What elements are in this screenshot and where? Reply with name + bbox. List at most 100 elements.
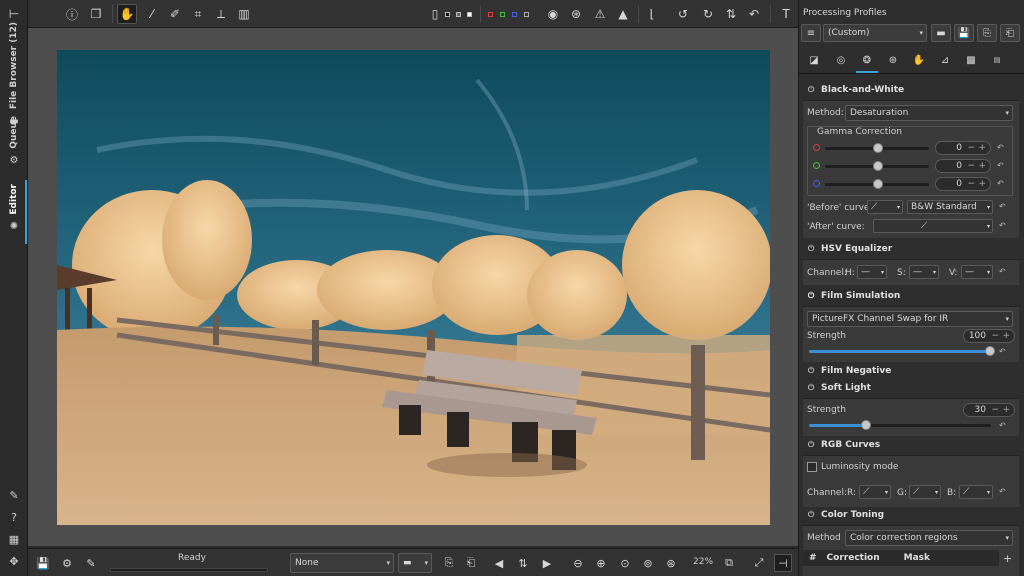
send-to-editor-icon[interactable]: ✎ — [82, 554, 100, 572]
reset-view-icon[interactable]: ↶ — [744, 4, 764, 24]
bg-dot-gray[interactable] — [456, 12, 461, 17]
reset-icon[interactable]: ↶ — [999, 487, 1006, 496]
minus-icon[interactable]: − — [967, 179, 975, 189]
gamma-green-spin[interactable]: 0 − + — [935, 159, 991, 173]
slider-knob[interactable] — [873, 161, 883, 171]
power-icon[interactable]: ⏻ — [805, 383, 817, 393]
film-sim-header[interactable]: ⏻ Film Simulation — [803, 287, 1019, 305]
add-region-button[interactable]: + — [1003, 552, 1012, 565]
layout-icon[interactable]: ▦ — [7, 532, 21, 546]
image-canvas[interactable] — [28, 28, 798, 546]
open-profile-icon[interactable]: ▬ — [931, 24, 951, 42]
reset-icon[interactable]: ↶ — [997, 179, 1004, 188]
bg-dot-white[interactable] — [467, 12, 472, 17]
gamma-blue-slider[interactable] — [825, 179, 929, 189]
histogram-icon[interactable]: ⌊ — [642, 4, 662, 24]
hsv-header[interactable]: ⏻ HSV Equalizer — [803, 240, 1019, 258]
color-toning-header[interactable]: ⏻ Color Toning — [803, 506, 1019, 524]
rgb-b-select[interactable]: ⟋ ▾ — [959, 485, 993, 499]
folder-menu-button[interactable]: ▬ ▾ — [398, 553, 432, 573]
slider-knob[interactable] — [873, 143, 883, 153]
move-icon[interactable]: ✥ — [7, 554, 21, 568]
hsv-s-select[interactable]: — ▾ — [909, 265, 939, 279]
fullscreen-icon[interactable]: ⤢ — [750, 554, 768, 572]
tab-color[interactable]: ❂ — [856, 52, 878, 73]
film-sim-strength-spin[interactable]: 100 − + — [963, 329, 1015, 343]
slider-knob[interactable] — [873, 179, 883, 189]
help-icon[interactable]: ? — [7, 510, 21, 524]
plus-icon[interactable]: + — [978, 161, 986, 171]
reset-icon[interactable]: ↶ — [999, 221, 1006, 230]
collapse-left-icon[interactable]: ⊢ — [4, 4, 24, 24]
channel-dot-red[interactable] — [488, 12, 493, 17]
plus-icon[interactable]: + — [978, 143, 986, 153]
tab-exposure[interactable]: ◪ — [805, 52, 823, 68]
save-profile-icon[interactable]: 💾 — [954, 24, 974, 42]
power-icon[interactable]: ⏻ — [805, 440, 817, 450]
reset-icon[interactable]: ↶ — [999, 202, 1006, 211]
compare-icon[interactable]: ⊛ — [566, 4, 586, 24]
next-image-icon[interactable]: ▶ — [538, 554, 556, 572]
profile-select[interactable]: (Custom) ▾ — [823, 24, 927, 42]
slider-knob[interactable] — [985, 346, 995, 356]
tab-local[interactable]: ✋ — [910, 52, 928, 68]
luminosity-checkbox[interactable] — [807, 462, 817, 472]
crop-icon[interactable]: ⌗ — [188, 4, 208, 24]
channel-dot-blue[interactable] — [512, 12, 517, 17]
soft-light-strength-spin[interactable]: 30 − + — [963, 403, 1015, 417]
plus-icon[interactable]: + — [1002, 331, 1010, 341]
gamma-blue-spin[interactable]: 0 − + — [935, 177, 991, 191]
tab-queue[interactable]: Queue ⚙ — [0, 116, 28, 167]
minus-icon[interactable]: − — [991, 331, 999, 341]
white-balance-picker-icon[interactable]: ⁄ — [142, 4, 162, 24]
before-curve-type[interactable]: ⟋ ▾ — [867, 200, 903, 214]
rgb-r-select[interactable]: ⟋ ▾ — [859, 485, 891, 499]
copy-profile-icon[interactable]: ⎘ — [977, 24, 997, 42]
rgb-curves-header[interactable]: ⏻ RGB Curves — [803, 436, 1019, 454]
flip-icon[interactable]: ⇅ — [721, 4, 741, 24]
power-icon[interactable]: ⏻ — [805, 244, 817, 254]
tab-advanced[interactable]: ⊛ — [884, 52, 902, 68]
hsv-h-select[interactable]: — ▾ — [857, 265, 887, 279]
pencil-tag-icon[interactable]: ✎ — [7, 488, 21, 502]
zoom-in-icon[interactable]: ⊕ — [592, 554, 610, 572]
tab-metadata[interactable]: ▤ — [988, 52, 1006, 68]
info-icon[interactable]: ⓘ — [62, 4, 82, 24]
tab-detail[interactable]: ◎ — [832, 52, 850, 68]
highlight-clipping-icon[interactable]: ▲ — [613, 4, 633, 24]
color-picker-icon[interactable]: ✐ — [165, 4, 185, 24]
minus-icon[interactable]: − — [967, 161, 975, 171]
film-negative-header[interactable]: ⏻ Film Negative — [803, 362, 1019, 380]
zoom-crop-icon[interactable]: ⊛ — [662, 554, 680, 572]
reset-icon[interactable]: ↶ — [997, 143, 1004, 152]
list-icon[interactable]: ≡ — [801, 24, 821, 42]
perspective-icon[interactable]: ▥ — [234, 4, 254, 24]
color-label-select[interactable]: None ▾ — [290, 553, 394, 573]
tab-raw[interactable]: ▩ — [962, 52, 980, 68]
minus-icon[interactable]: − — [967, 143, 975, 153]
plus-icon[interactable]: + — [1002, 405, 1010, 415]
gamma-red-spin[interactable]: 0 − + — [935, 141, 991, 155]
collapse-right-icon[interactable]: ⊣ — [774, 554, 792, 572]
zoom-fit-icon[interactable]: ⊙ — [616, 554, 634, 572]
plus-icon[interactable]: + — [978, 179, 986, 189]
hsv-v-select[interactable]: — ▾ — [961, 265, 993, 279]
new-window-icon[interactable]: ⧉ — [720, 554, 738, 572]
paste-profile-icon[interactable]: ⎗ — [462, 554, 480, 572]
power-icon[interactable]: ⏻ — [805, 510, 817, 520]
gamma-green-slider[interactable] — [825, 161, 929, 171]
tool-panel-scroll[interactable]: ⏻ Black-and-White Method: Desaturation ▾… — [803, 80, 1019, 576]
bw-header[interactable]: ⏻ Black-and-White — [803, 81, 1019, 99]
reset-icon[interactable]: ↶ — [999, 267, 1006, 276]
save-icon[interactable]: 💾 — [34, 554, 52, 572]
power-icon[interactable]: ⏻ — [805, 291, 817, 301]
focus-mask-icon[interactable]: ◉ — [543, 4, 563, 24]
text-tool-icon[interactable]: T — [776, 4, 796, 24]
channel-dot-green[interactable] — [500, 12, 505, 17]
paste-profile-icon[interactable]: ⎗ — [1000, 24, 1020, 42]
background-color-icon[interactable]: ▯ — [430, 4, 440, 24]
film-sim-select[interactable]: PictureFX Channel Swap for IR ▾ — [807, 311, 1013, 327]
straighten-icon[interactable]: ⟂ — [211, 4, 231, 24]
copy-profile-icon[interactable]: ⎘ — [440, 554, 458, 572]
minus-icon[interactable]: − — [991, 405, 999, 415]
